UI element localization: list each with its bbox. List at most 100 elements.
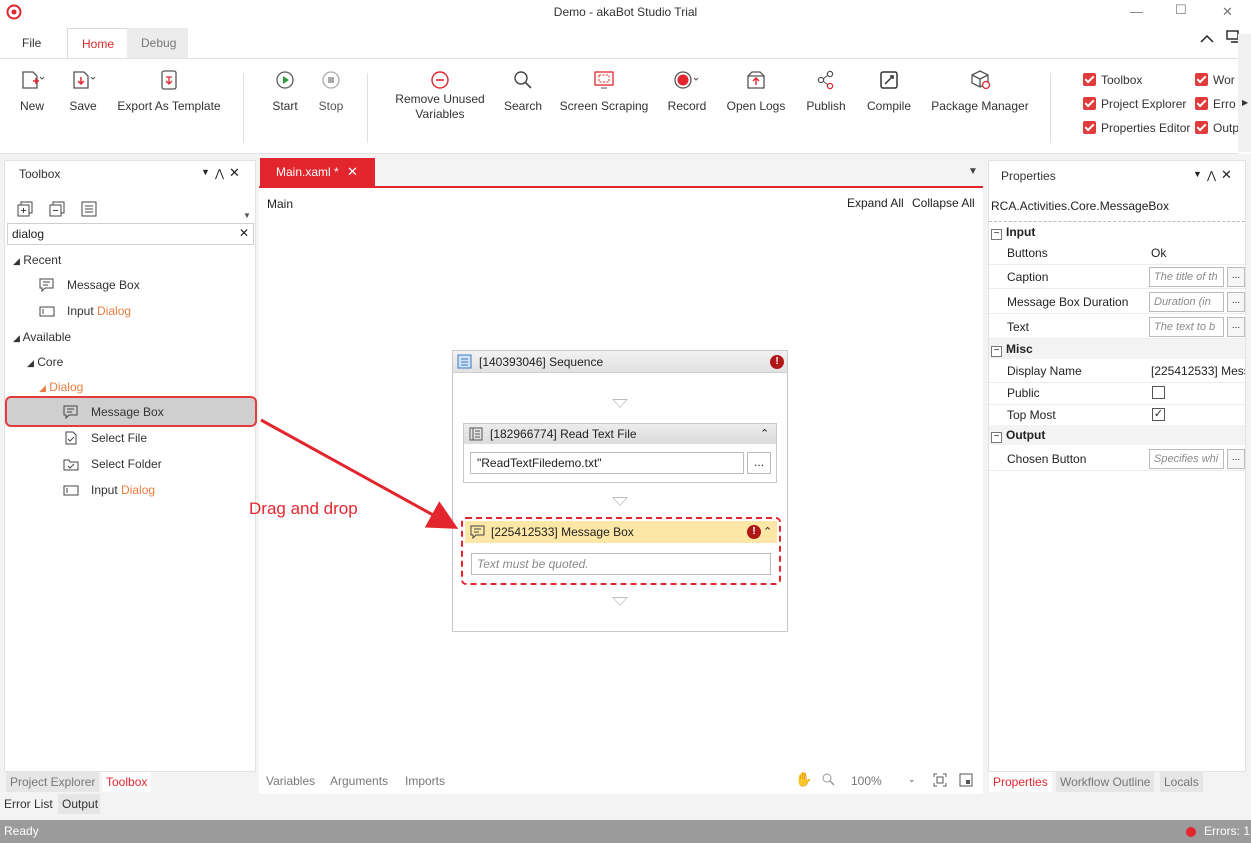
tree-node-dialog[interactable]: ◢ Dialog (39, 376, 83, 398)
tree-item-message-box-recent[interactable]: Message Box (39, 274, 140, 296)
minimize-icon[interactable]: — (1130, 4, 1143, 19)
screen-scraping-button[interactable]: Screen Scraping (558, 69, 650, 113)
tab-list-icon[interactable]: ▼ (968, 166, 978, 177)
public-checkbox[interactable] (1152, 386, 1165, 399)
tab-workflow-outline[interactable]: Workflow Outline (1056, 772, 1155, 792)
read-text-file-activity[interactable]: [182966774] Read Text File ⌃ "ReadTextFi… (463, 423, 777, 483)
ribbon-separator (243, 73, 244, 143)
properties-editor-view-checkbox[interactable]: Properties Editor (1083, 121, 1190, 135)
dropdown-icon[interactable]: ▼ (1193, 169, 1202, 179)
top-most-checkbox[interactable]: ✓ (1152, 408, 1165, 421)
search-button[interactable]: Search (502, 69, 544, 113)
save-button[interactable]: Save (65, 69, 101, 113)
tab-output[interactable]: Output (58, 794, 100, 814)
start-button[interactable]: Start (268, 69, 302, 113)
group-output[interactable]: − Output (989, 425, 1245, 445)
stop-button[interactable]: Stop (314, 69, 348, 113)
tree-node-available[interactable]: ◢ Available (13, 326, 71, 348)
dropdown-icon[interactable]: ▼ (201, 167, 210, 177)
fit-to-screen-icon[interactable] (933, 773, 947, 787)
tree-node-core[interactable]: ◢ Core (27, 351, 63, 373)
toolbox-search-input[interactable]: dialog ✕ (7, 223, 254, 245)
tab-main-xaml[interactable]: Main.xaml * ✕ (260, 158, 375, 186)
compile-button[interactable]: Compile (864, 69, 914, 113)
caption-edit-button[interactable]: ... (1227, 267, 1245, 287)
message-text-input[interactable]: Text must be quoted. (471, 553, 771, 575)
tab-toolbox[interactable]: Toolbox (102, 772, 152, 792)
publish-button[interactable]: Publish (802, 69, 850, 113)
remove-unused-variables-button[interactable]: Remove Unused Variables (392, 69, 488, 122)
tree-node-recent[interactable]: ◢ Recent (13, 249, 61, 271)
chosen-button-input[interactable]: Specifies whi (1149, 449, 1224, 469)
pan-hand-icon[interactable]: ✋ (795, 771, 812, 788)
variables-tab[interactable]: Variables (266, 774, 315, 788)
caption-input[interactable]: The title of th (1149, 267, 1224, 287)
tab-file[interactable]: File (8, 28, 55, 59)
record-button[interactable]: Record (664, 69, 710, 113)
tab-debug[interactable]: Debug (127, 28, 188, 59)
collapse-activity-icon[interactable]: ⌃ (763, 521, 772, 543)
ribbon-tab-row: File Home Debug (0, 24, 1251, 59)
expand-all-icon[interactable] (17, 201, 33, 217)
error-count[interactable]: Errors: 1 (1204, 820, 1250, 843)
scroll-down-icon[interactable]: ▼ (243, 211, 251, 220)
workflow-view-checkbox[interactable]: Wor (1195, 73, 1238, 87)
zoom-dropdown-icon[interactable]: ⌄ (908, 774, 916, 785)
clear-search-icon[interactable]: ✕ (239, 226, 249, 240)
zoom-level[interactable]: 100% (851, 774, 882, 788)
close-tab-icon[interactable]: ✕ (347, 158, 358, 186)
open-logs-button[interactable]: Open Logs (724, 69, 788, 113)
display-name-value[interactable]: [225412533] Mess (1151, 359, 1245, 383)
toolbox-panel: Toolbox ▼ ⋀ ✕ ▼ dialog ✕ ◢ Recent Messag… (4, 160, 257, 772)
group-misc[interactable]: − Misc (989, 339, 1245, 359)
tab-project-explorer[interactable]: Project Explorer (6, 772, 100, 792)
buttons-value[interactable]: Ok (1151, 241, 1166, 265)
tree-item-input-dialog-recent[interactable]: Input Dialog (39, 300, 131, 322)
group-input[interactable]: − Input (989, 221, 1245, 241)
imports-tab[interactable]: Imports (405, 774, 445, 788)
overview-icon[interactable] (959, 773, 973, 787)
new-button[interactable]: New (15, 69, 49, 113)
tree-item-select-folder[interactable]: Select Folder (63, 453, 162, 475)
tab-error-list[interactable]: Error List (0, 794, 57, 814)
tab-properties[interactable]: Properties (989, 772, 1052, 792)
arguments-tab[interactable]: Arguments (330, 774, 388, 788)
close-icon[interactable]: ✕ (229, 165, 240, 181)
collapse-ribbon-icon[interactable] (1200, 34, 1214, 44)
pin-icon[interactable]: ⋀ (215, 167, 224, 180)
duration-input[interactable]: Duration (in (1149, 292, 1224, 312)
prop-row-duration: Message Box Duration Duration (in ... (989, 290, 1245, 314)
close-icon[interactable]: ✕ (1221, 167, 1232, 183)
expand-all-link[interactable]: Expand All (847, 196, 904, 210)
toolbox-view-checkbox[interactable]: Toolbox (1083, 73, 1142, 87)
ribbon-scrollbar[interactable]: ▶ (1238, 34, 1251, 152)
breadcrumb[interactable]: Main (267, 197, 293, 211)
maximize-icon[interactable]: ☐ (1175, 2, 1187, 18)
close-window-icon[interactable]: ✕ (1222, 4, 1233, 20)
browse-button[interactable]: ... (747, 452, 771, 474)
collapse-all-icon[interactable] (49, 201, 65, 217)
chosen-button-edit-button[interactable]: ... (1227, 449, 1245, 469)
tab-locals[interactable]: Locals (1160, 772, 1203, 792)
tree-item-input-dialog[interactable]: Input Dialog (63, 479, 155, 501)
list-view-icon[interactable] (81, 201, 97, 217)
text-edit-button[interactable]: ... (1227, 317, 1245, 337)
file-name-input[interactable]: "ReadTextFiledemo.txt" (470, 452, 744, 474)
pin-icon[interactable]: ⋀ (1207, 169, 1216, 182)
collapse-activity-icon[interactable]: ⌃ (760, 424, 769, 444)
text-input[interactable]: The text to b (1149, 317, 1224, 337)
error-view-checkbox[interactable]: Erro (1195, 97, 1238, 111)
window-title: Demo - akaBot Studio Trial (553, 5, 698, 19)
tree-item-select-file[interactable]: Select File (63, 427, 147, 449)
sequence-activity[interactable]: [140393046] Sequence ! [182966774] Read … (452, 350, 788, 632)
zoom-icon[interactable] (822, 773, 836, 787)
tab-home[interactable]: Home (67, 28, 130, 59)
project-explorer-view-checkbox[interactable]: Project Explorer (1083, 97, 1186, 111)
output-view-checkbox[interactable]: Outp (1195, 121, 1238, 135)
duration-edit-button[interactable]: ... (1227, 292, 1245, 312)
tree-item-message-box[interactable]: Message Box (63, 401, 164, 423)
package-manager-button[interactable]: Package Manager (928, 69, 1032, 113)
dropped-message-box-activity[interactable]: [225412533] Message Box ! ⌃ Text must be… (461, 517, 781, 585)
collapse-all-link[interactable]: Collapse All (912, 196, 975, 210)
export-template-button[interactable]: Export As Template (113, 69, 225, 113)
